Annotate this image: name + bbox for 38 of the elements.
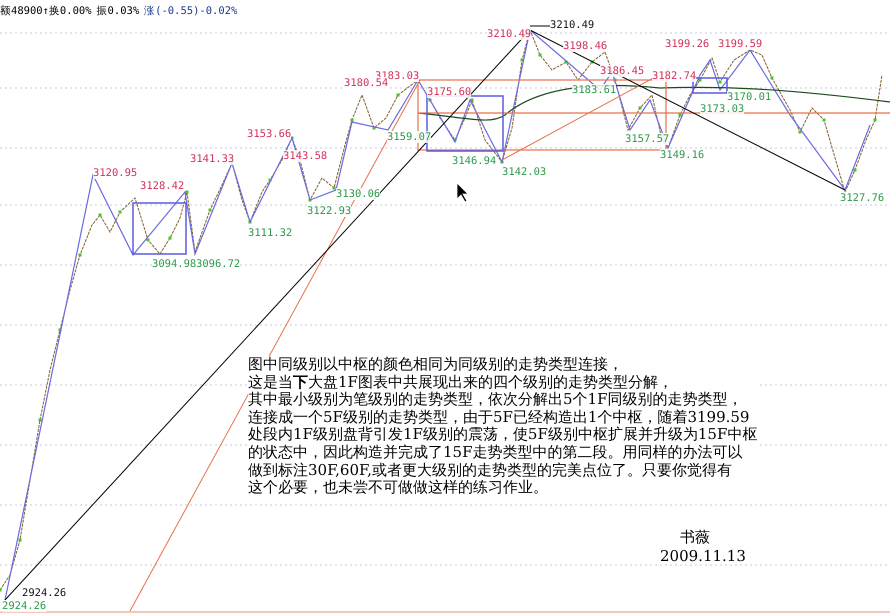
price-label: 3111.32 [248, 227, 292, 239]
price-label: 3143.58 [283, 150, 328, 162]
price-label: 3182.74 [652, 70, 696, 82]
annotation-paragraph: 图中同级别以中枢的颜色相同为同级别的走势类型连接， 这是当下大盘1F图表中共展现出来的四个级别的走势类型分解， 其中最小级别为笔级别的走势类型，依次分解出5个1F同级别的走势类型， 连接成一个5F级别的走势类型，由于5F已经构造出1个中枢，随着3199.59 处段内1F级别盘背引发1F级别的震荡，使5F级别中枢扩展并升级为15F中枢 的状态中，因此构造并完成了15F走势类型中的第二段。用同样的办法可以 做到标注30F,60F,或者更大级别的走势类型的完美点位了。只要你觉得有 这个必要，也未尝不可做做这样的练习作业。 [248, 356, 758, 497]
price-label: 3142.03 [502, 166, 546, 178]
mouse-cursor-icon [456, 182, 469, 203]
price-label: 2924.26 [2, 600, 46, 612]
price-label: 3127.76 [840, 192, 884, 204]
price-label: 3210.49 [487, 28, 532, 40]
price-label: 3159.07 [387, 131, 432, 143]
price-label: 3120.95 [93, 167, 138, 179]
price-label: 3141.33 [190, 153, 234, 165]
price-label: 3180.54 [344, 77, 388, 89]
price-label: 3210.49 [550, 19, 594, 31]
price-label: 3157.57 [625, 133, 670, 145]
price-label: 3128.42 [140, 180, 184, 192]
price-label: 2924.26 [22, 587, 66, 599]
price-label: 3130.06 [336, 188, 380, 200]
price-label: 3096.72 [196, 258, 240, 270]
author-name: 书薇 [680, 528, 710, 547]
price-label: 3199.59 [718, 38, 762, 50]
price-label: 3122.93 [307, 205, 352, 217]
quote-stat: 涨(-0.55)-0.02% [144, 4, 238, 18]
price-label: 3173.03 [700, 103, 744, 115]
pivot-zone-box [132, 202, 187, 255]
price-label: 3183.61 [572, 84, 616, 96]
price-label: 3149.16 [660, 149, 704, 161]
price-label: 3198.46 [563, 40, 608, 52]
price-label: 3199.26 [665, 38, 710, 50]
price-label: 3170.01 [727, 91, 772, 103]
price-label: 3175.60 [427, 86, 472, 98]
quote-stat: 振0.03% [96, 4, 140, 18]
note-date: 2009.11.13 [660, 547, 746, 565]
price-label: 3186.45 [600, 65, 644, 77]
price-label: 3146.94 [452, 155, 496, 167]
price-label: 3094.98 [152, 258, 196, 270]
price-label: 3153.66 [247, 128, 292, 140]
quote-stat: 额48900↑换0.00% [0, 4, 92, 18]
